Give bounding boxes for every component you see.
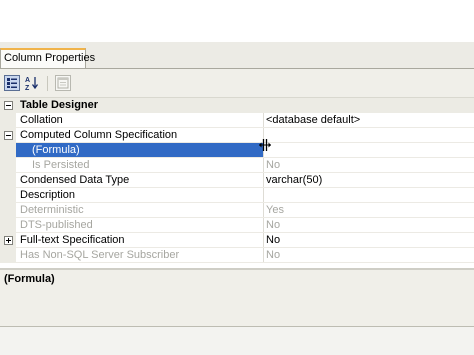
- property-name: DTS-published: [20, 219, 93, 231]
- property-row-collation[interactable]: Collation <database default>: [0, 113, 474, 128]
- collapse-icon[interactable]: [4, 131, 13, 140]
- properties-toolbar: A Z: [0, 69, 474, 98]
- property-name: Collation: [20, 114, 63, 126]
- collapse-icon[interactable]: [4, 101, 13, 110]
- property-value[interactable]: No: [263, 248, 474, 263]
- property-value[interactable]: Yes: [263, 203, 474, 218]
- alphabetical-button[interactable]: A Z: [24, 75, 40, 91]
- property-value[interactable]: [263, 188, 474, 203]
- resize-cursor-icon: [259, 139, 271, 151]
- property-row-dts-published[interactable]: DTS-published No: [0, 218, 474, 233]
- property-row-non-sql-subscriber[interactable]: Has Non-SQL Server Subscriber No: [0, 248, 474, 263]
- property-name: Full-text Specification: [20, 234, 125, 246]
- property-name: Computed Column Specification: [20, 129, 178, 141]
- property-value[interactable]: No: [263, 158, 474, 173]
- svg-text:Z: Z: [25, 85, 30, 91]
- property-grid: Table Designer Collation <database defau…: [0, 98, 474, 268]
- status-area: [0, 327, 474, 355]
- tab-column-properties[interactable]: Column Properties: [0, 48, 95, 68]
- formula-value-field[interactable]: [263, 143, 474, 158]
- property-name: (Formula): [16, 143, 263, 158]
- property-row-is-persisted[interactable]: Is Persisted No: [0, 158, 474, 173]
- property-row-formula[interactable]: (Formula): [0, 143, 474, 158]
- property-name: Deterministic: [20, 204, 84, 216]
- property-pages-button[interactable]: [55, 75, 71, 91]
- property-value[interactable]: [263, 128, 474, 143]
- property-value[interactable]: No: [263, 233, 474, 248]
- property-row-condensed-data-type[interactable]: Condensed Data Type varchar(50): [0, 173, 474, 188]
- categorized-icon: [7, 78, 17, 88]
- alphabetical-sort-icon: A Z: [25, 77, 39, 91]
- category-table-designer[interactable]: Table Designer: [0, 98, 474, 113]
- property-name: Condensed Data Type: [20, 174, 130, 186]
- svg-text:A: A: [25, 77, 30, 84]
- description-pane: (Formula): [0, 270, 474, 326]
- property-name: Is Persisted: [32, 159, 90, 171]
- property-row-computed-column[interactable]: Computed Column Specification: [0, 128, 474, 143]
- property-row-deterministic[interactable]: Deterministic Yes: [0, 203, 474, 218]
- property-pages-icon: [57, 77, 69, 89]
- property-name: Has Non-SQL Server Subscriber: [20, 249, 180, 261]
- property-row-fulltext-specification[interactable]: Full-text Specification No: [0, 233, 474, 248]
- property-value[interactable]: <database default>: [263, 113, 474, 128]
- property-value[interactable]: No: [263, 218, 474, 233]
- property-value[interactable]: varchar(50): [263, 173, 474, 188]
- category-label: Table Designer: [20, 99, 99, 111]
- toolbar-separator: [47, 76, 48, 91]
- document-area: [0, 0, 474, 42]
- property-name: Description: [20, 189, 76, 201]
- categorized-button[interactable]: [4, 75, 20, 91]
- description-title: (Formula): [4, 273, 55, 285]
- expand-icon[interactable]: [4, 236, 13, 245]
- property-row-description[interactable]: Description: [0, 188, 474, 203]
